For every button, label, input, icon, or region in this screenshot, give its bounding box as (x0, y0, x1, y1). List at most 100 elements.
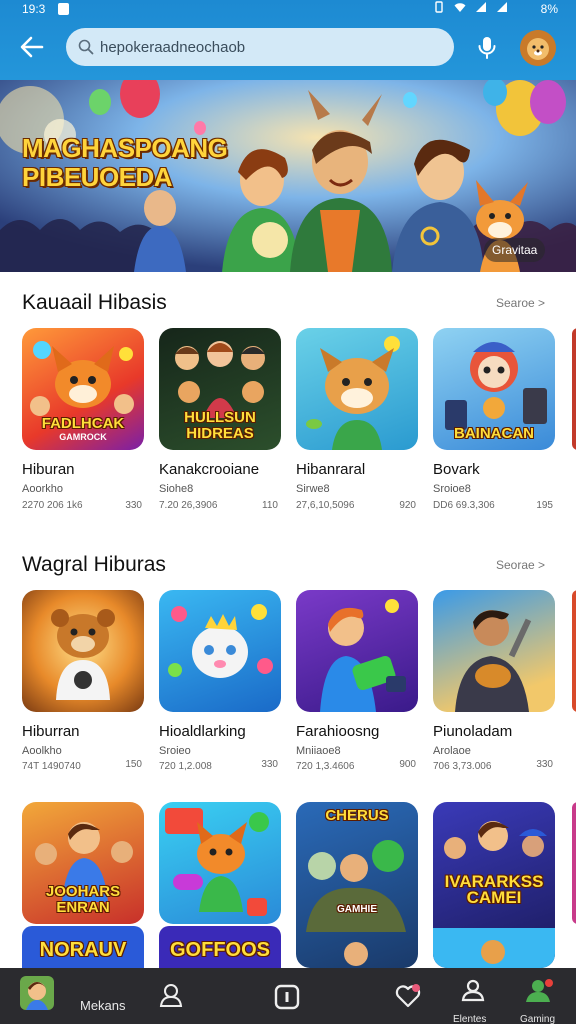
app-developer: Aoolkho (22, 745, 62, 757)
app-tile[interactable]: GOFFOOS (159, 926, 281, 968)
fox-runner-icon (165, 808, 269, 916)
app-tile[interactable]: IVARARKSS CAMEI (433, 802, 555, 968)
battery-level: 8% (540, 2, 558, 16)
app-name: Kanakcrooiane (159, 461, 260, 478)
tile-caption: HULLSUN HIDREAS (184, 409, 256, 442)
user-icon (159, 984, 183, 1007)
lion-avatar-icon (520, 30, 556, 66)
app-size: 920 (399, 500, 416, 511)
app-tile[interactable] (296, 328, 418, 450)
nav-item-account[interactable] (152, 968, 192, 1024)
app-meta: 27,6,10,5096 (296, 500, 355, 511)
app-bar: 19:3 8% (0, 0, 576, 80)
app-tile-partial[interactable] (572, 802, 576, 924)
app-size: 330 (125, 500, 142, 511)
nav-label-elentes: Elentes (453, 1014, 487, 1024)
status-time: 19:3 (22, 2, 46, 16)
home-square-icon (274, 984, 300, 1010)
app-developer: Mniiaoe8 (296, 745, 341, 757)
app-name: Hiburan (22, 461, 75, 478)
section-title-2: Wagral Hiburas (22, 553, 166, 576)
app-tile[interactable] (22, 590, 144, 712)
app-name: Bovark (433, 461, 480, 478)
tile-caption: BAINACAN (454, 425, 534, 442)
see-all-link-1[interactable]: Searoe > (496, 296, 545, 310)
tile-caption: IVARARKSS CAMEI (444, 872, 544, 907)
app-tile[interactable]: FADLHCAK GAMROCK (22, 328, 144, 450)
back-arrow-icon[interactable] (18, 34, 46, 60)
app-developer: Aoorkho (22, 483, 63, 495)
app-meta: 706 3,73.006 (433, 761, 492, 772)
app-meta: 74T 1490740 (22, 761, 81, 772)
app-tile[interactable] (159, 590, 281, 712)
gaming-people-icon (526, 979, 553, 1002)
vibrate-icon (435, 1, 443, 13)
app-size: 330 (536, 759, 553, 770)
app-meta: DD6 69.3,306 (433, 500, 495, 511)
app-meta: 720 1,2.008 (159, 761, 212, 772)
heart-icon (395, 984, 421, 1008)
banner-badge[interactable]: Gravitaa (484, 238, 546, 262)
app-meta: 7.20 26,3906 (159, 500, 218, 511)
nav-label-gaming: Gaming (520, 1014, 556, 1024)
profile-avatar[interactable] (520, 30, 556, 66)
kid-gamer-icon (320, 599, 406, 712)
app-tile[interactable] (296, 590, 418, 712)
app-developer: Sroioe8 (433, 483, 471, 495)
app-name: Hibanraral (296, 461, 366, 478)
app-size: 330 (261, 759, 278, 770)
nav-item-elentes[interactable]: Elentes (448, 968, 500, 1024)
nav-item-home[interactable] (268, 968, 308, 1024)
bear-character-icon (306, 336, 400, 450)
app-tile[interactable] (159, 802, 281, 924)
warrior-group-icon (306, 840, 406, 966)
app-name: Hioaldlarking (159, 723, 246, 740)
app-meta: 720 1,3.4606 (296, 761, 355, 772)
app-developer: Arolaoe (433, 745, 471, 757)
nav-item-gaming[interactable]: Gaming (512, 968, 568, 1024)
wifi-icon (454, 3, 466, 12)
tile-caption-sub: GAMROCK (59, 432, 107, 442)
search-icon (78, 39, 94, 55)
banner-title: MAGHASPOANG PIBEUOEDA (22, 133, 228, 192)
signal-icon (476, 2, 486, 12)
app-developer: Siohe8 (159, 483, 194, 495)
builder-character-icon (455, 610, 532, 712)
tile-caption: NORAUV (39, 939, 127, 961)
app-meta: 2270 206 1k6 (22, 500, 83, 511)
people-group-icon (461, 979, 485, 1002)
app-tile[interactable] (433, 590, 555, 712)
status-icons (433, 1, 508, 13)
search-bar[interactable] (66, 28, 454, 66)
app-tile-partial[interactable] (572, 328, 576, 450)
app-tile[interactable]: CHERUS GAMHIE (296, 802, 418, 968)
app-size: 110 (262, 500, 278, 511)
nav-item-favorites[interactable] (388, 968, 428, 1024)
bottom-navigation: Mekans Elentes Gaming (0, 968, 576, 1024)
see-all-link-2[interactable]: Seorae > (496, 558, 545, 572)
bear-mascot-icon (51, 609, 115, 700)
nav-label-profile: Mekans (80, 998, 126, 1013)
app-name: Farahioosng (296, 723, 380, 740)
app-name: Piunoladam (433, 723, 513, 740)
search-input[interactable] (100, 37, 430, 57)
section-title-1: Kauaail Hibasis (22, 291, 167, 314)
microphone-icon[interactable] (477, 35, 497, 61)
app-tile[interactable]: HULLSUN HIDREAS (159, 328, 281, 450)
app-name: Hiburran (22, 723, 80, 740)
app-developer: Sirwe8 (296, 483, 330, 495)
app-tile-partial[interactable] (572, 590, 576, 712)
tile-caption: FADLHCAK (41, 415, 125, 432)
bunny-character-icon (168, 604, 273, 678)
nav-item-profile[interactable]: Mekans (14, 968, 126, 1024)
app-developer: Sroieo (159, 745, 191, 757)
app-size: 195 (536, 500, 553, 511)
tile-caption: CHERUS (325, 807, 389, 824)
app-tile[interactable]: JOOHARS ENRAN (22, 802, 144, 924)
app-tile[interactable]: NORAUV (22, 926, 144, 968)
signal-icon-2 (497, 2, 507, 12)
status-bar: 19:3 8% (0, 0, 576, 18)
tile-caption: JOOHARS ENRAN (45, 883, 121, 916)
app-tile[interactable]: BAINACAN (433, 328, 555, 450)
tile-caption-sub: GAMHIE (337, 904, 377, 915)
